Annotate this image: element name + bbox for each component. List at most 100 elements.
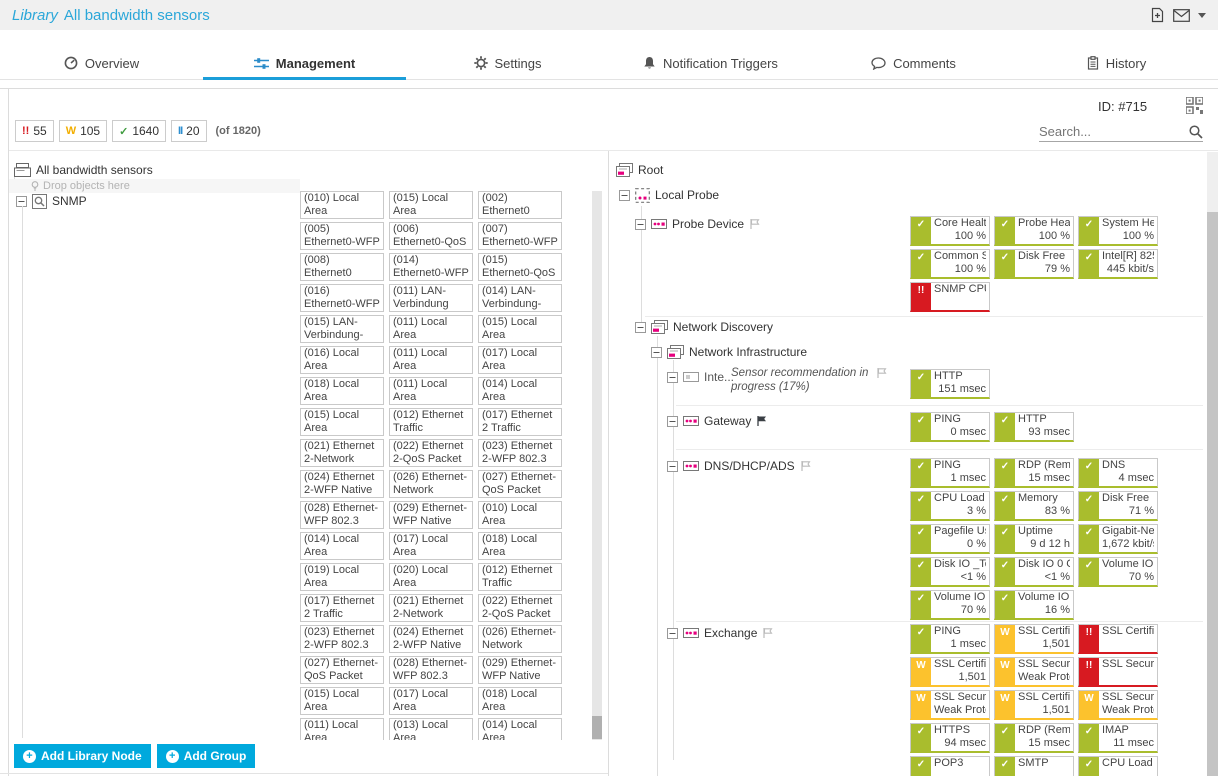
search-input[interactable]: [1039, 122, 1179, 141]
sensor-box[interactable]: ✓CPU Load3 %: [910, 491, 990, 521]
library-sensor-box[interactable]: (015) Local Area: [389, 191, 473, 219]
library-sensor-box[interactable]: (023) Ethernet 2-WFP 802.3: [478, 439, 562, 467]
library-sensor-box[interactable]: (028) Ethernet-WFP 802.3: [389, 656, 473, 684]
library-sensor-box[interactable]: (015) Ethernet0-QoS Packet: [478, 253, 562, 281]
sensor-box[interactable]: ✓HTTP151 msec: [910, 369, 990, 399]
sensor-box[interactable]: ✓RDP (Rem...15 msec: [994, 458, 1074, 488]
library-sensor-box[interactable]: (022) Ethernet 2-QoS Packet: [389, 439, 473, 467]
chevron-down-icon[interactable]: [1198, 13, 1206, 18]
library-sensor-box[interactable]: (018) Local Area: [478, 687, 562, 715]
sensor-box[interactable]: ✓Core Health100 %: [910, 216, 990, 246]
tab-overview[interactable]: Overview: [0, 47, 203, 79]
status-badge-error[interactable]: !! 55: [15, 120, 54, 142]
library-sensor-box[interactable]: (014) Ethernet0-WFP Native: [389, 253, 473, 281]
collapse-icon[interactable]: [635, 219, 646, 230]
library-sensor-box[interactable]: (017) Ethernet 2 Traffic: [478, 408, 562, 436]
collapse-icon[interactable]: [667, 461, 678, 472]
right-scrollbar-thumb[interactable]: [1207, 212, 1218, 776]
library-sensor-box[interactable]: (029) Ethernet-WFP Native: [478, 656, 562, 684]
flag-icon[interactable]: [800, 460, 812, 472]
flag-icon[interactable]: [762, 627, 774, 639]
sensor-box[interactable]: ✓RDP (Rem...15 msec: [994, 723, 1074, 753]
library-sensor-box[interactable]: (024) Ethernet 2-WFP Native: [389, 625, 473, 653]
sensor-box[interactable]: ✓PING1 msec: [910, 624, 990, 654]
library-sensor-box[interactable]: (015) Local Area: [478, 315, 562, 343]
tab-management[interactable]: Management: [203, 47, 406, 79]
library-sensor-box[interactable]: (016) Ethernet0-WFP 802.3: [300, 284, 384, 312]
new-object-icon[interactable]: [1150, 7, 1165, 23]
library-sensor-box[interactable]: (011) Local Area: [389, 315, 473, 343]
status-badge-paused[interactable]: II 20: [171, 120, 206, 142]
library-sensor-box[interactable]: (017) Local Area: [389, 532, 473, 560]
library-sensor-box[interactable]: (026) Ethernet-Network: [478, 625, 562, 653]
tree-node-exchange[interactable]: Exchange: [667, 625, 774, 641]
sensor-box[interactable]: ✓Intel[R] 825...445 kbit/s: [1078, 249, 1158, 279]
library-sensor-box[interactable]: (011) Local Area: [389, 346, 473, 374]
status-badge-ok[interactable]: ✓ 1640: [112, 120, 166, 142]
library-sensor-box[interactable]: (016) Local Area: [300, 346, 384, 374]
sensor-box[interactable]: WSSL Certifi...1,501: [994, 690, 1074, 720]
collapse-icon[interactable]: [667, 416, 678, 427]
sensor-box[interactable]: ✓Uptime9 d 12 h: [994, 524, 1074, 554]
tab-notification-triggers[interactable]: Notification Triggers: [609, 47, 812, 79]
tree-node-network-infrastructure[interactable]: Network Infrastructure: [651, 344, 807, 360]
tree-node-internet[interactable]: Inte...: [667, 369, 734, 385]
sensor-box[interactable]: ✓Disk IO _To...<1 %: [910, 557, 990, 587]
library-sensor-box[interactable]: (010) Local Area: [478, 501, 562, 529]
tree-node-probe-device[interactable]: Probe Device: [635, 216, 761, 232]
sensor-box[interactable]: !!SSL Certifi...: [1078, 624, 1158, 654]
tab-comments[interactable]: Comments: [812, 47, 1015, 79]
sensor-box[interactable]: ✓IMAP11 msec: [1078, 723, 1158, 753]
collapse-icon[interactable]: [651, 347, 662, 358]
library-sensor-box[interactable]: (007) Ethernet0-WFP 802.3: [478, 222, 562, 250]
collapse-icon[interactable]: [667, 628, 678, 639]
sensor-box[interactable]: ✓Gigabit-Net...1,672 kbit/s: [1078, 524, 1158, 554]
left-scrollbar-thumb[interactable]: [592, 716, 602, 739]
collapse-icon[interactable]: [635, 322, 646, 333]
library-sensor-box[interactable]: (021) Ethernet 2-Network: [389, 594, 473, 622]
library-sensor-box[interactable]: (029) Ethernet-WFP Native: [389, 501, 473, 529]
sensor-box[interactable]: ✓HTTP93 msec: [994, 412, 1074, 442]
sensor-box[interactable]: ✓Memory83 %: [994, 491, 1074, 521]
sensor-box[interactable]: ✓PING0 msec: [910, 412, 990, 442]
library-sensor-box[interactable]: (008) Ethernet0 Traffic: [300, 253, 384, 281]
sensor-box[interactable]: ✓Volume IO ...16 %: [994, 590, 1074, 620]
library-sensor-box[interactable]: (022) Ethernet 2-QoS Packet: [478, 594, 562, 622]
sensor-box[interactable]: ✓Pagefile Us...0 %: [910, 524, 990, 554]
library-sensor-box[interactable]: (010) Local Area: [300, 191, 384, 219]
tree-node-root[interactable]: Root: [616, 162, 663, 178]
library-sensor-box[interactable]: (012) Ethernet Traffic: [478, 563, 562, 591]
library-sensor-box[interactable]: (024) Ethernet 2-WFP Native: [300, 470, 384, 498]
sensor-box[interactable]: ✓PING1 msec: [910, 458, 990, 488]
flag-icon[interactable]: [876, 367, 888, 379]
sensor-box[interactable]: !!SSL Securi...: [1078, 657, 1158, 687]
sensor-box[interactable]: WSSL Certifi...1,501: [994, 624, 1074, 654]
add-group-button[interactable]: + Add Group: [157, 744, 256, 768]
library-sensor-box[interactable]: (018) Local Area: [478, 532, 562, 560]
library-sensor-box[interactable]: (011) LAN-Verbindung: [389, 284, 473, 312]
sensor-box[interactable]: ✓Disk Free71 %: [1078, 491, 1158, 521]
library-sensor-box[interactable]: (014) Local Area: [300, 532, 384, 560]
sensor-box[interactable]: WSSL Securi...Weak Proto...: [910, 690, 990, 720]
tab-history[interactable]: History: [1015, 47, 1218, 79]
status-badge-warning[interactable]: W 105: [59, 120, 107, 142]
flag-icon[interactable]: [749, 218, 761, 230]
library-sensor-box[interactable]: (028) Ethernet-WFP 802.3: [300, 501, 384, 529]
sensor-box[interactable]: WSSL Securi...Weak Proto...: [994, 657, 1074, 687]
collapse-icon[interactable]: [16, 196, 27, 207]
sensor-box[interactable]: ✓Volume IO ...70 %: [1078, 557, 1158, 587]
sensor-box[interactable]: ✓POP3: [910, 756, 990, 776]
library-sensor-box[interactable]: (014) Local Area: [478, 718, 562, 740]
library-sensor-box[interactable]: (005) Ethernet0-WFP Native: [300, 222, 384, 250]
library-sensor-box[interactable]: (011) Local Area: [389, 377, 473, 405]
left-scrollbar-track[interactable]: [592, 191, 602, 740]
sensor-box[interactable]: WSSL Securi...Weak Proto...: [1078, 690, 1158, 720]
search-icon[interactable]: [1189, 125, 1203, 139]
library-sensor-box[interactable]: (006) Ethernet0-QoS Packet: [389, 222, 473, 250]
email-icon[interactable]: [1173, 9, 1190, 22]
tree-node-snmp[interactable]: SNMP: [16, 193, 87, 209]
sensor-box[interactable]: ✓System He...100 %: [1078, 216, 1158, 246]
sensor-box[interactable]: !!SNMP CPU...: [910, 282, 990, 312]
library-sensor-box[interactable]: (017) Local Area: [389, 687, 473, 715]
library-sensor-box[interactable]: (015) Local Area: [300, 687, 384, 715]
